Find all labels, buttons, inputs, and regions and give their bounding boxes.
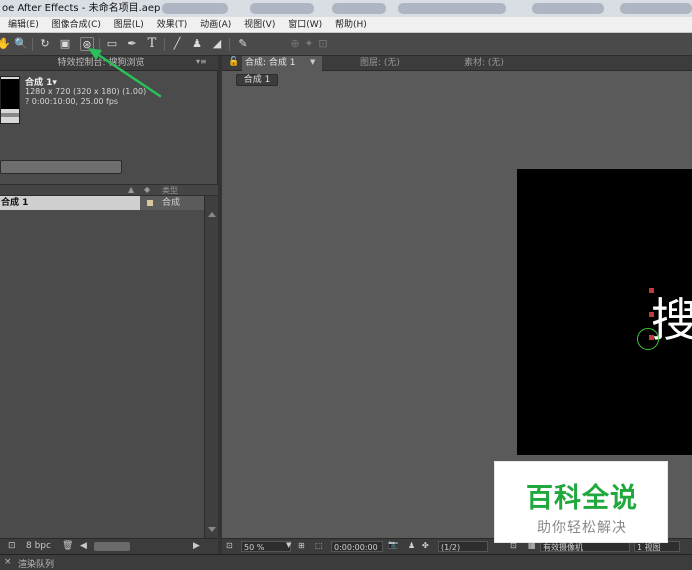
clone-stamp-icon[interactable]: ♟	[190, 37, 204, 51]
mask-visibility-icon[interactable]: ⬚	[315, 541, 323, 550]
resolution-select[interactable]: (1/2)	[438, 541, 488, 552]
transform-handle[interactable]	[649, 312, 654, 317]
blurred-tab	[250, 3, 314, 14]
chevron-down-icon[interactable]: ▼	[286, 541, 291, 549]
always-preview-icon[interactable]: ⊡	[226, 541, 233, 550]
tab-footage[interactable]: 素材: (无)	[464, 56, 504, 71]
lock-icon[interactable]: 🔓	[228, 57, 240, 69]
axis-mode-icon[interactable]: ✦	[302, 37, 316, 51]
menu-help[interactable]: 帮助(H)	[330, 17, 372, 32]
comp-thumbnail	[0, 76, 20, 124]
interpret-footage-icon[interactable]: ⊡	[8, 541, 16, 551]
toolbar-separator	[229, 38, 230, 51]
menu-window[interactable]: 窗口(W)	[283, 17, 327, 32]
axis-mode-icon[interactable]: ⊡	[316, 37, 330, 51]
watermark-subtitle: 助你轻松解决	[537, 520, 627, 536]
menu-animation[interactable]: 动画(A)	[195, 17, 236, 32]
scroll-down-icon[interactable]	[208, 527, 216, 532]
blurred-tab	[332, 3, 386, 14]
chevron-down-icon[interactable]: ▼	[310, 58, 320, 68]
brush-icon[interactable]: ╱	[170, 37, 184, 51]
blurred-tab	[532, 3, 604, 14]
puppet-icon[interactable]: ✎	[236, 37, 250, 51]
column-type[interactable]: 类型	[162, 185, 178, 196]
blurred-tab	[398, 3, 506, 14]
zoom-icon[interactable]: 🔍	[14, 37, 28, 51]
rotate-icon[interactable]: ↻	[38, 37, 52, 51]
show-snapshot-icon[interactable]: ♟	[408, 541, 415, 550]
hand-icon[interactable]: ✋	[0, 37, 11, 51]
bpc-toggle[interactable]: 8 bpc	[26, 541, 51, 551]
panel-menu-icon[interactable]: ▾≡	[196, 57, 207, 69]
scroll-up-icon[interactable]	[208, 212, 216, 217]
label-tag-icon[interactable]: ◆	[144, 185, 150, 194]
anchor-point-icon[interactable]	[637, 328, 659, 350]
axis-mode-icon[interactable]: ⊕	[288, 37, 302, 51]
transform-handle[interactable]	[649, 288, 654, 293]
project-footer: ⊡ 8 bpc 🗑 ◀ ▶	[0, 538, 218, 554]
bottom-panel-tabs: × 渲染队列	[0, 554, 692, 570]
safe-zones-icon[interactable]: ⊞	[298, 541, 305, 550]
menu-view[interactable]: 视图(V)	[239, 17, 280, 32]
eraser-icon[interactable]: ◢	[210, 37, 224, 51]
window-title: oe After Effects - 未命名项目.aep *	[2, 3, 169, 14]
tab-layer[interactable]: 图层: (无)	[360, 56, 400, 71]
close-icon[interactable]: ×	[4, 557, 12, 567]
project-search-input[interactable]	[0, 160, 122, 174]
label-color-swatch[interactable]	[147, 200, 153, 206]
annotation-arrow-icon	[88, 48, 162, 98]
sort-arrow-icon[interactable]: ▲	[128, 185, 134, 194]
horizontal-scroll-thumb[interactable]	[94, 542, 130, 551]
scroll-left-icon[interactable]: ◀	[80, 541, 87, 551]
composition-canvas[interactable]: 搜	[517, 169, 692, 455]
watermark-title: 百科全说	[526, 483, 638, 514]
project-scrollbar[interactable]	[204, 196, 218, 538]
trash-icon[interactable]: 🗑	[62, 541, 73, 551]
scroll-right-icon[interactable]: ▶	[193, 541, 200, 551]
list-item[interactable]: 合成 1 合成	[0, 196, 204, 210]
tab-render-queue[interactable]: 渲染队列	[18, 557, 54, 570]
blurred-tab	[620, 3, 692, 14]
blurred-tab	[162, 3, 228, 14]
timecode-field[interactable]: 0:00:00:00	[331, 541, 383, 552]
camera-icon[interactable]: ▣	[58, 37, 72, 51]
project-panel: 特效控制台: 搜狗浏览 ▾≡ 合成 1▾ 1280 x 720 (320 x 1…	[0, 56, 218, 570]
comp-breadcrumb[interactable]: 合成 1	[236, 74, 278, 86]
viewer-tab-bar: 🔓 合成: 合成 1 ▼ 图层: (无) 素材: (无)	[222, 56, 692, 71]
snapshot-icon[interactable]: 📷	[388, 540, 398, 549]
watermark-logo: 百科全说 助你轻松解决	[494, 461, 668, 543]
channels-icon[interactable]: ✤	[422, 541, 429, 550]
project-item-type: 合成	[162, 198, 181, 208]
menu-edit[interactable]: 编辑(E)	[0, 17, 44, 32]
project-item-name[interactable]: 合成 1	[0, 196, 140, 210]
toolbar-separator	[32, 38, 33, 51]
zoom-select[interactable]: 50 %	[241, 541, 291, 552]
project-column-header: ▲ ◆ 类型	[0, 184, 218, 196]
